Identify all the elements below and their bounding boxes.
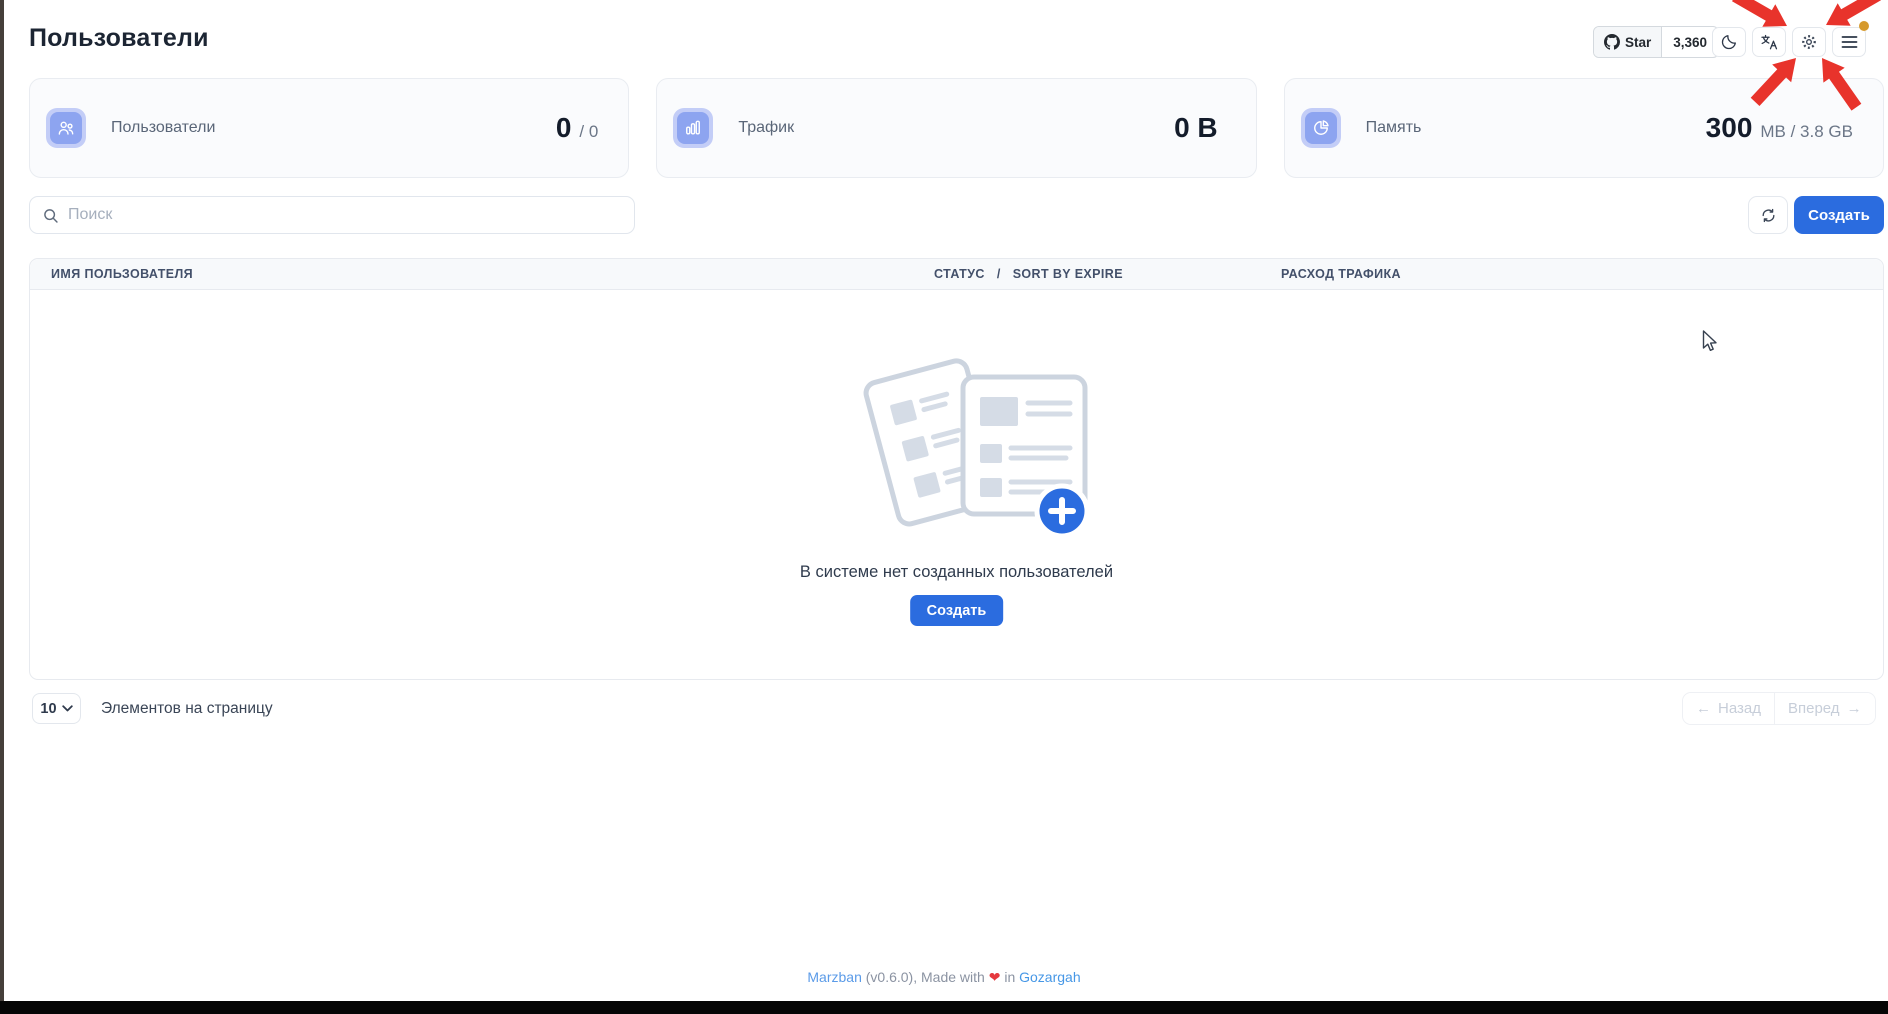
chevron-down-icon	[62, 705, 73, 712]
stat-value: 0 B	[1174, 112, 1218, 144]
create-user-button[interactable]: Создать	[1794, 196, 1884, 234]
page-size-value: 10	[40, 701, 56, 717]
github-star-label: Star	[1625, 35, 1651, 50]
stat-value: 0	[556, 112, 572, 144]
github-logo-icon	[1604, 34, 1620, 50]
github-star-widget[interactable]: Star 3,360	[1593, 26, 1719, 58]
stat-label: Пользователи	[111, 119, 215, 137]
stat-card-users: Пользователи 0 / 0	[29, 78, 629, 178]
next-page-button[interactable]: Вперед →	[1774, 693, 1875, 724]
stat-label: Память	[1366, 119, 1422, 137]
page-size-select[interactable]: 10	[32, 693, 81, 724]
moon-icon	[1720, 33, 1738, 51]
github-star-count[interactable]: 3,360	[1662, 27, 1718, 57]
pagination-controls: ← Назад Вперед →	[1682, 692, 1876, 725]
stat-suffix: / 0	[579, 122, 598, 142]
heart-icon: ❤	[989, 969, 1001, 985]
footer: Marzban (v0.6.0), Made with ❤ in Gozarga…	[0, 969, 1888, 986]
menu-button[interactable]	[1832, 27, 1866, 57]
empty-state-message: В системе нет созданных пользователей	[30, 563, 1883, 582]
refresh-icon	[1760, 207, 1777, 224]
settings-button[interactable]	[1792, 27, 1826, 57]
theme-toggle-button[interactable]	[1712, 27, 1746, 57]
github-star-button[interactable]: Star	[1594, 27, 1662, 57]
traffic-bars-icon	[683, 118, 703, 138]
marzban-link[interactable]: Marzban	[807, 969, 861, 985]
gozargah-link[interactable]: Gozargah	[1019, 969, 1080, 985]
translate-icon	[1760, 33, 1779, 51]
footer-version-text: (v0.6.0), Made with	[866, 969, 985, 985]
empty-state-create-button[interactable]: Создать	[910, 595, 1004, 626]
column-header-separator: /	[997, 267, 1001, 281]
column-header-status: СТАТУС	[934, 267, 985, 281]
search-icon	[42, 207, 59, 224]
right-arrow-icon: →	[1847, 700, 1862, 717]
column-header-sort-by-expire[interactable]: SORT BY EXPIRE	[1013, 267, 1123, 281]
search-input[interactable]	[68, 206, 622, 224]
stat-card-memory: Память 300 MB / 3.8 GB	[1284, 78, 1884, 178]
column-header-traffic: РАСХОД ТРАФИКА	[1281, 267, 1401, 281]
prev-page-button[interactable]: ← Назад	[1683, 693, 1774, 724]
plus-circle-icon	[1037, 486, 1087, 536]
footer-in-text: in	[1004, 969, 1015, 985]
page-title: Пользователи	[29, 24, 209, 53]
users-icon	[56, 118, 76, 138]
refresh-button[interactable]	[1748, 196, 1788, 234]
stat-label: Трафик	[738, 119, 794, 137]
stat-suffix: MB / 3.8 GB	[1760, 122, 1853, 142]
page-size-label: Элементов на страницу	[101, 700, 273, 718]
search-box	[29, 196, 635, 234]
left-arrow-icon: ←	[1696, 700, 1711, 717]
stats-cards: Пользователи 0/ 0 Трафик 0 B Памя	[29, 78, 1884, 178]
empty-state-illustration	[850, 347, 1120, 559]
users-table: ИМЯ ПОЛЬЗОВАТЕЛЯ СТАТУС / SORT BY EXPIRE…	[29, 258, 1884, 680]
memory-pie-icon	[1311, 118, 1331, 138]
table-header-row: ИМЯ ПОЛЬЗОВАТЕЛЯ СТАТУС / SORT BY EXPIRE…	[30, 259, 1883, 290]
stat-value: 300	[1706, 112, 1753, 144]
hamburger-icon	[1841, 35, 1858, 49]
window-left-edge	[0, 0, 4, 1001]
language-button[interactable]	[1752, 27, 1786, 57]
gear-icon	[1800, 33, 1818, 51]
column-header-username: ИМЯ ПОЛЬЗОВАТЕЛЯ	[30, 267, 193, 281]
menu-notification-dot	[1859, 21, 1869, 31]
stat-card-traffic: Трафик 0 B	[656, 78, 1256, 178]
window-bottom-bar	[0, 1001, 1888, 1014]
